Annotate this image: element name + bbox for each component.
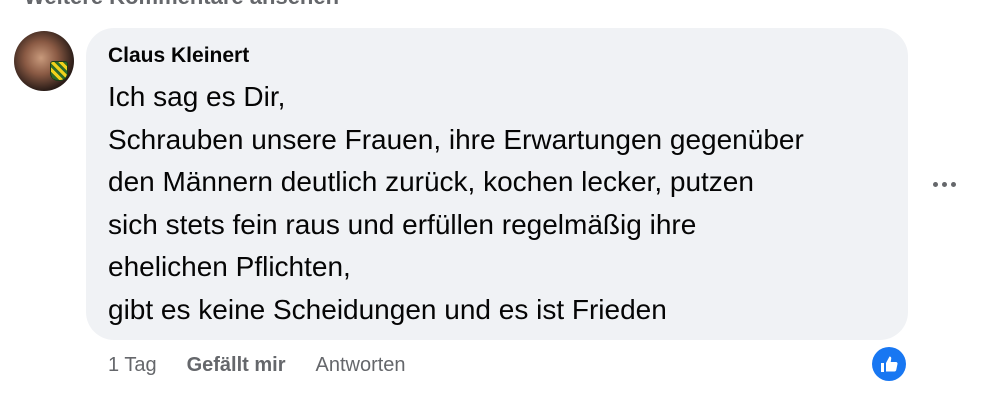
- comment-actions: 1 Tag Gefällt mir Antworten: [108, 354, 406, 377]
- comment-time[interactable]: 1 Tag: [108, 354, 157, 377]
- comment-line: sich stets fein raus und erfüllen regelm…: [108, 208, 697, 240]
- comment-text: Ich sag es Dir, Schrauben unsere Frauen,…: [108, 76, 898, 331]
- comment-line: ehelichen Pflichten,: [108, 251, 351, 282]
- comment-line: Schrauben unsere Frauen, ihre Erwartunge…: [108, 123, 804, 155]
- badge-icon: [50, 61, 68, 81]
- comment-author[interactable]: Claus Kleinert: [108, 44, 249, 68]
- dot: [932, 181, 938, 187]
- comment-bubble: Claus Kleinert Ich sag es Dir, Schrauben…: [86, 28, 908, 340]
- reply-button[interactable]: Antworten: [316, 354, 406, 377]
- comment-line: den Männern deutlich zurück, kochen leck…: [108, 166, 754, 197]
- avatar[interactable]: [14, 31, 74, 91]
- dot: [941, 181, 947, 187]
- comment-line: Ich sag es Dir,: [108, 81, 286, 112]
- comment-line: gibt es keine Scheidungen und es ist Fri…: [108, 293, 667, 325]
- thumbs-up-icon[interactable]: [872, 347, 906, 381]
- more-options-icon[interactable]: [928, 170, 960, 198]
- like-button[interactable]: Gefällt mir: [187, 354, 286, 377]
- dot: [950, 181, 956, 187]
- more-comments-link[interactable]: Weitere Kommentare ansehen: [24, 0, 339, 10]
